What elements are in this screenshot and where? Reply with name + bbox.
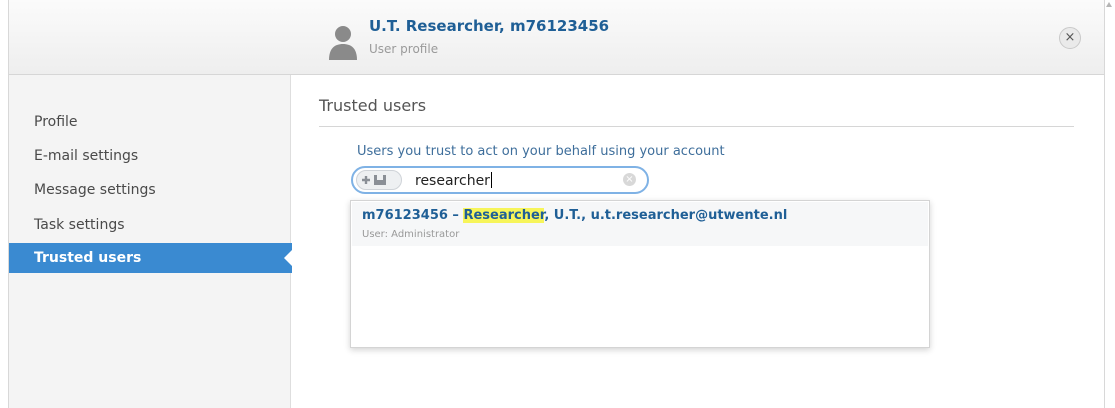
search-result-item[interactable]: m76123456 – Researcher, U.T., u.t.resear… <box>352 202 928 246</box>
trusted-users-helper-text: Users you trust to act on your behalf us… <box>357 144 725 159</box>
close-button[interactable]: × <box>1059 27 1081 49</box>
add-user-button[interactable] <box>356 170 402 190</box>
add-user-icon <box>362 175 386 185</box>
sidebar-item-trusted-users[interactable]: Trusted users <box>9 243 293 273</box>
search-input[interactable]: researcher <box>415 172 492 189</box>
scroll-up-icon[interactable] <box>1106 2 1112 7</box>
result-match-highlight: Researcher <box>463 208 545 223</box>
result-details: , U.T., u.t.researcher@utwente.nl <box>544 208 788 223</box>
result-role: User: Administrator <box>362 229 460 240</box>
search-results-dropdown: m76123456 – Researcher, U.T., u.t.resear… <box>350 200 930 348</box>
sidebar-item-task-settings[interactable]: Task settings <box>9 210 290 240</box>
result-title: m76123456 – Researcher, U.T., u.t.resear… <box>362 208 787 223</box>
section-title: Trusted users <box>319 96 427 115</box>
close-icon: × <box>1064 30 1076 45</box>
sidebar-item-message-settings[interactable]: Message settings <box>9 175 290 205</box>
clear-search-icon[interactable]: × <box>623 173 636 186</box>
search-input-value: researcher <box>415 173 490 189</box>
trusted-user-search-field[interactable]: researcher × <box>351 166 649 194</box>
user-profile-window: U.T. Researcher, m76123456 User profile … <box>8 0 1105 408</box>
section-divider <box>319 126 1074 127</box>
user-avatar-icon <box>329 26 357 60</box>
result-id: m76123456 – <box>362 208 464 223</box>
settings-sidebar: Profile E-mail settings Message settings… <box>9 75 293 408</box>
profile-header: U.T. Researcher, m76123456 User profile … <box>9 0 1104 75</box>
sidebar-item-email-settings[interactable]: E-mail settings <box>9 141 290 171</box>
text-caret <box>490 172 492 188</box>
profile-subtitle: User profile <box>369 42 439 56</box>
sidebar-item-profile[interactable]: Profile <box>9 107 290 137</box>
profile-title: U.T. Researcher, m76123456 <box>369 17 610 35</box>
